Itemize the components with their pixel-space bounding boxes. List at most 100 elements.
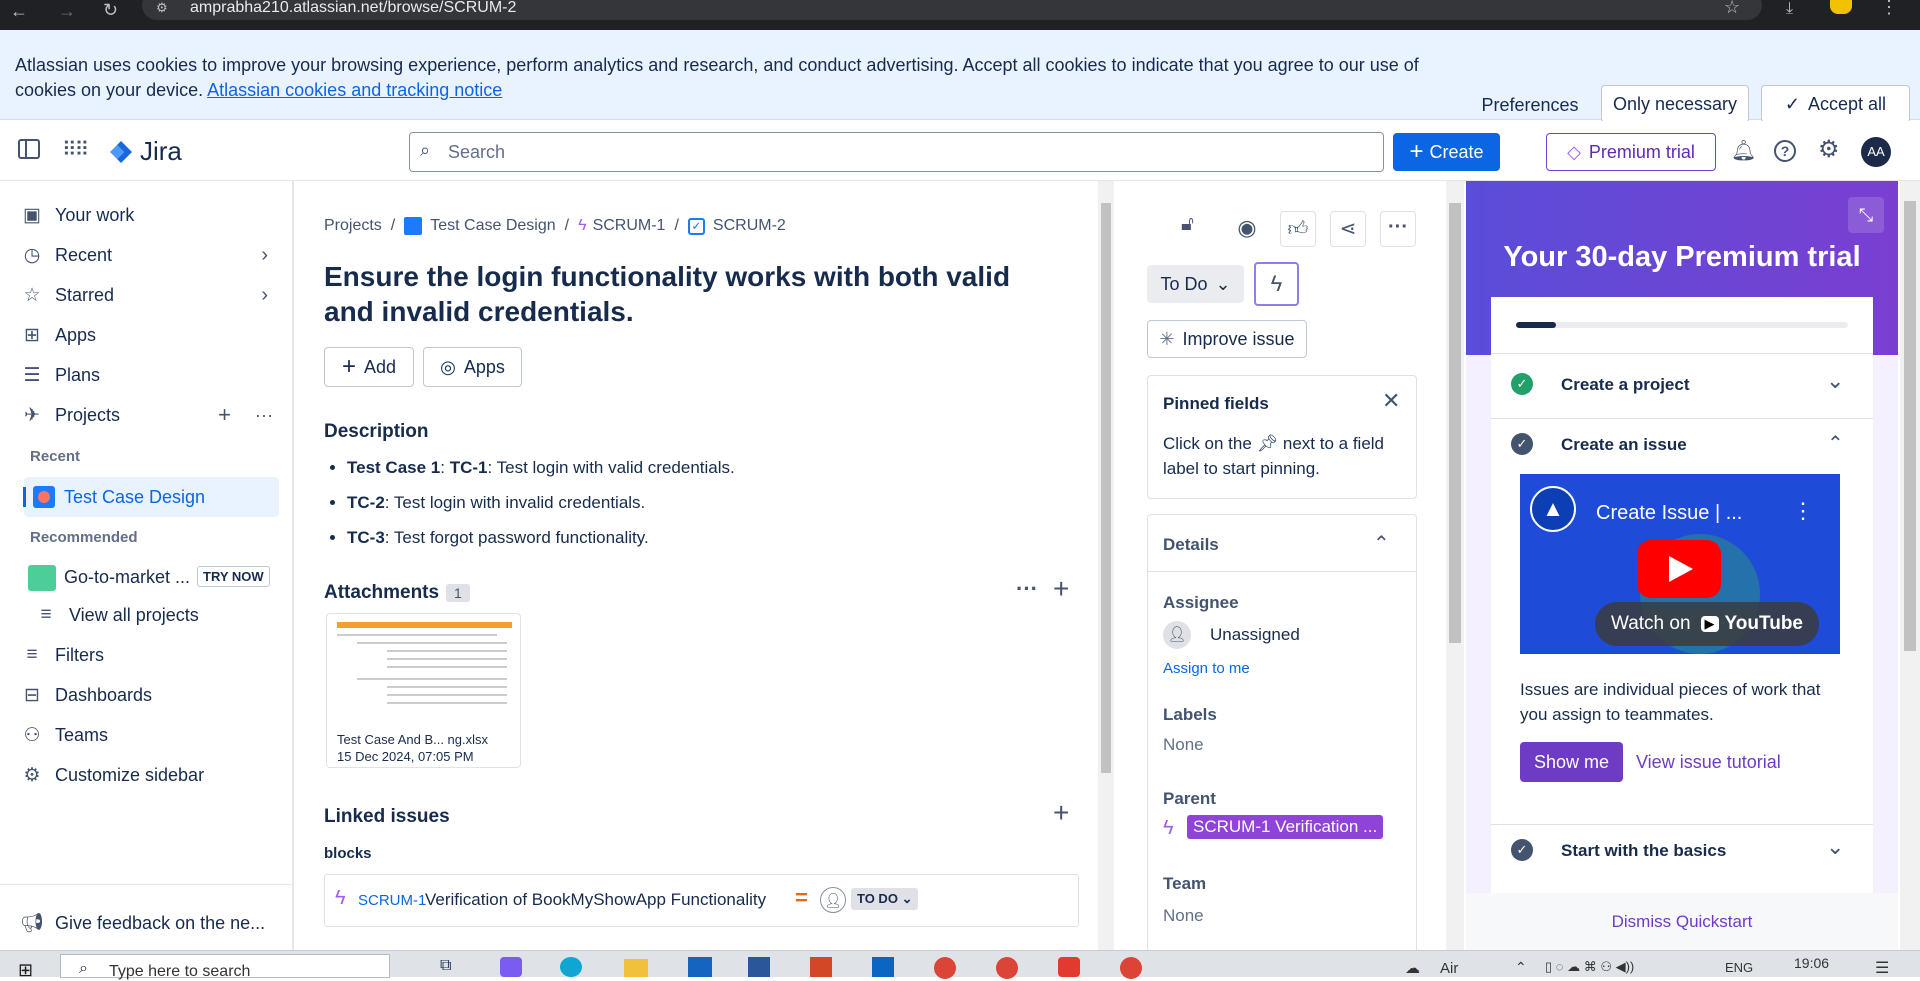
download-icon[interactable]: ⤓	[1786, 0, 1793, 18]
profile-icon[interactable]	[1830, 0, 1852, 14]
breadcrumb-issue[interactable]: SCRUM-2	[713, 217, 786, 235]
back-icon[interactable]: ←	[10, 1, 28, 22]
main-scrollbar[interactable]	[1098, 181, 1114, 950]
address-bar[interactable]: ⚙ amprabha210.atlassian.net/browse/SCRUM…	[142, 0, 1762, 20]
notifications-bell-icon[interactable]: 🔔︎	[1731, 138, 1756, 163]
notification-center-icon[interactable]: ☰	[1875, 958, 1889, 978]
feedback-button[interactable]: 📢︎ Give feedback on the ne...	[18, 905, 265, 941]
accept-all-button[interactable]: ✓ Accept all	[1761, 85, 1910, 123]
details-title[interactable]: Details	[1163, 535, 1219, 555]
reload-icon[interactable]: ↻	[103, 0, 118, 21]
chrome-icon[interactable]	[934, 957, 956, 979]
lock-icon[interactable]: 🔓︎	[1181, 213, 1194, 236]
edge-icon[interactable]	[560, 957, 582, 977]
bookmark-star-icon[interactable]: ☆	[1724, 0, 1740, 18]
sidebar-toggle-icon[interactable]	[18, 139, 40, 159]
assign-to-me-link[interactable]: Assign to me	[1163, 660, 1250, 677]
create-button[interactable]: + Create	[1393, 133, 1500, 171]
watch-on-youtube-button[interactable]: Watch on ▶ YouTube	[1595, 602, 1819, 646]
help-icon[interactable]: ?	[1774, 140, 1796, 162]
powerpoint-icon[interactable]	[810, 957, 832, 977]
product-name[interactable]: Jira	[140, 136, 182, 167]
team-value[interactable]: None	[1163, 906, 1204, 926]
issue-title[interactable]: Ensure the login functionality works wit…	[324, 259, 1064, 329]
avatar[interactable]: AA	[1861, 137, 1891, 167]
search-input[interactable]: ⌕ Search	[409, 132, 1384, 172]
scrollbar-thumb[interactable]	[1449, 203, 1461, 643]
step-create-issue[interactable]: ✓ Create an issue ⌃	[1491, 419, 1873, 473]
word-icon[interactable]	[748, 957, 770, 977]
premium-trial-button[interactable]: ◇ Premium trial	[1546, 133, 1716, 171]
more-icon[interactable]: ···	[1016, 576, 1038, 602]
copilot-icon[interactable]	[500, 957, 522, 977]
file-explorer-icon[interactable]	[624, 959, 648, 977]
sidebar-item-filters[interactable]: ≡ Filters	[18, 637, 104, 673]
linked-status-dropdown[interactable]: TO DO ⌄	[851, 888, 919, 910]
add-linked-issue-icon[interactable]: +	[1053, 797, 1069, 829]
task-view-icon[interactable]: ⧉	[440, 957, 451, 975]
jira-logo-icon[interactable]	[108, 139, 134, 165]
only-necessary-button[interactable]: Only necessary	[1601, 85, 1749, 123]
apps-button[interactable]: ◎ Apps	[423, 347, 522, 387]
sidebar-item-test-case-design[interactable]: Test Case Design	[23, 477, 279, 517]
sidebar-item-dashboards[interactable]: ⊟ Dashboards	[18, 677, 152, 713]
app-switcher-icon[interactable]: ⠿⠿	[62, 137, 89, 162]
brave-icon[interactable]	[1058, 957, 1080, 977]
chevron-up-icon[interactable]: ⌃	[1373, 531, 1390, 556]
attachment-card[interactable]: Test Case And B... ng.xlsx 15 Dec 2024, …	[326, 613, 521, 768]
status-dropdown[interactable]: To Do ⌄	[1147, 265, 1244, 303]
sidebar-item-your-work[interactable]: ▣ Your work	[18, 197, 134, 233]
scrollbar-thumb[interactable]	[1904, 201, 1916, 651]
linked-issue-summary[interactable]: Verification of BookMyShowApp Functional…	[425, 890, 766, 910]
sidebar-item-go-to-market[interactable]: Go-to-market ... TRY NOW	[24, 557, 279, 597]
breadcrumb-parent[interactable]: SCRUM-1	[593, 217, 666, 235]
tray-chevron-icon[interactable]: ⌃	[1515, 959, 1527, 976]
description-list[interactable]: Test Case 1: TC-1: Test login with valid…	[347, 450, 1047, 555]
sidebar-item-starred[interactable]: ☆ Starred ›	[18, 277, 268, 313]
step-start-basics[interactable]: ✓ Start with the basics ⌄	[1491, 825, 1873, 885]
settings-gear-icon[interactable]: ⚙	[1818, 135, 1840, 164]
try-now-badge[interactable]: TRY NOW	[197, 566, 270, 587]
more-icon[interactable]: ···	[1380, 211, 1416, 247]
forward-icon[interactable]: →	[58, 1, 76, 22]
weather-icon[interactable]: ☁	[1405, 959, 1420, 977]
browser-menu-icon[interactable]: ⋮	[1880, 0, 1898, 18]
sidebar-item-plans[interactable]: ☰ Plans	[18, 357, 100, 393]
linkedin-icon[interactable]	[872, 957, 894, 977]
youtube-play-icon[interactable]	[1637, 540, 1721, 598]
parent-value[interactable]: SCRUM-1 Verification ...	[1187, 815, 1384, 839]
weather-label[interactable]: Air	[1440, 960, 1458, 977]
view-issue-tutorial-link[interactable]: View issue tutorial	[1636, 752, 1781, 773]
page-scrollbar[interactable]	[1900, 181, 1920, 950]
add-button[interactable]: + Add	[324, 347, 414, 387]
chrome-icon[interactable]	[996, 957, 1018, 979]
mail-icon[interactable]	[688, 957, 712, 977]
details-scrollbar[interactable]	[1446, 181, 1464, 950]
scrollbar-thumb[interactable]	[1101, 203, 1111, 773]
add-attachment-icon[interactable]: +	[1053, 573, 1069, 605]
minimize-icon[interactable]: ⤡	[1848, 197, 1884, 233]
sidebar-item-customize[interactable]: ⚙ Customize sidebar	[18, 757, 204, 793]
sidebar-item-projects[interactable]: ✈ Projects + ···	[18, 397, 273, 433]
step-create-project[interactable]: ✓ Create a project ⌄	[1491, 354, 1873, 418]
improve-issue-button[interactable]: ✳ Improve issue	[1147, 320, 1307, 358]
system-tray-icons[interactable]: ▯ ◌ ☁ ⌘ ⚇ ◀))	[1545, 959, 1634, 975]
assignee-value[interactable]: Unassigned	[1210, 625, 1300, 645]
language-indicator[interactable]: ENG	[1725, 960, 1753, 975]
preferences-button[interactable]: Preferences	[1470, 86, 1590, 124]
sidebar-item-apps[interactable]: ⊞ Apps	[18, 317, 96, 353]
video-player[interactable]: ▲ Create Issue | ... ⋮ Watch on ▶ YouTube	[1520, 474, 1840, 654]
taskbar-search[interactable]: ⌕ Type here to search	[60, 954, 390, 980]
share-icon[interactable]: ⋖	[1330, 211, 1366, 247]
view-all-projects[interactable]: ≡ View all projects	[32, 597, 198, 633]
breadcrumb-projects[interactable]: Projects	[324, 217, 382, 235]
show-me-button[interactable]: Show me	[1520, 742, 1623, 782]
sidebar-item-teams[interactable]: ⚇ Teams	[18, 717, 108, 753]
breadcrumb-project[interactable]: Test Case Design	[430, 217, 555, 235]
automation-lightning-icon[interactable]: ϟ	[1254, 262, 1299, 306]
video-menu-icon[interactable]: ⋮	[1792, 498, 1814, 524]
add-project-icon[interactable]: +	[218, 402, 231, 428]
linked-issue-key[interactable]: SCRUM-1	[358, 892, 426, 909]
watch-eye-icon[interactable]: ◉	[1229, 211, 1265, 247]
more-icon[interactable]: ···	[255, 405, 273, 426]
